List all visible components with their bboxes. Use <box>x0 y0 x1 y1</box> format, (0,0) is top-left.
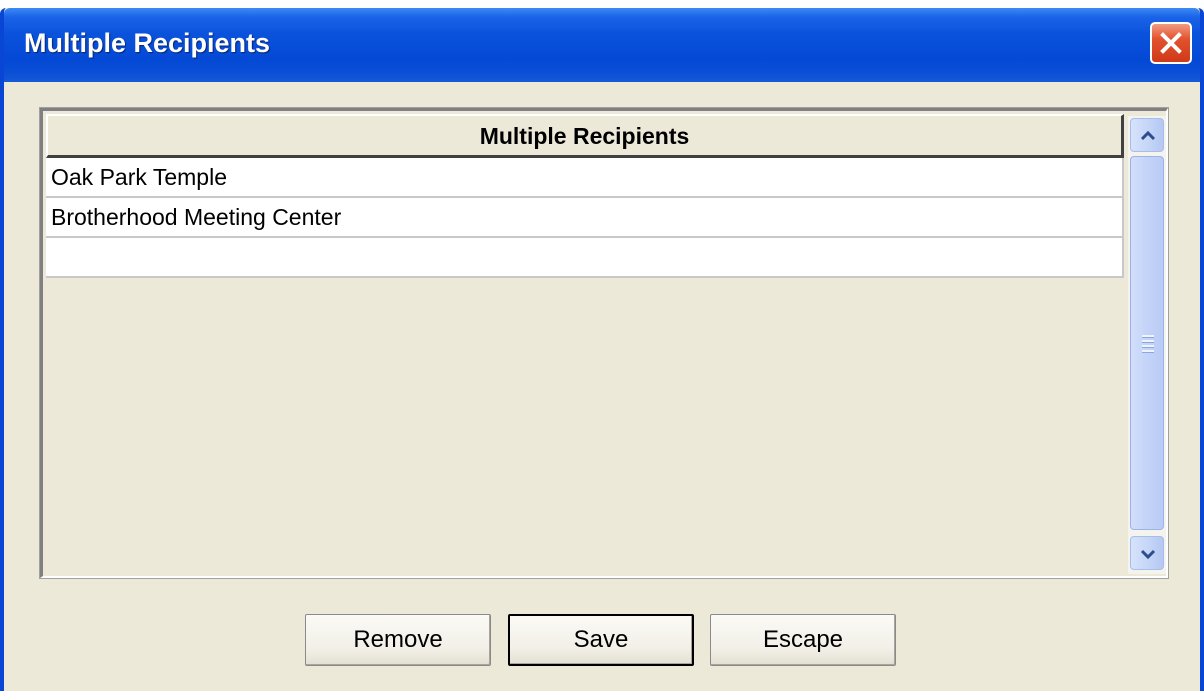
remove-button[interactable]: Remove <box>305 614 491 666</box>
scroll-down-button[interactable] <box>1130 536 1164 570</box>
grip-icon <box>1142 335 1154 353</box>
column-header[interactable]: Multiple Recipients <box>46 114 1124 158</box>
grid-row-2[interactable]: Brotherhood Meeting Center <box>46 198 1124 238</box>
title-bar[interactable]: Multiple Recipients <box>4 8 1200 82</box>
escape-button[interactable]: Escape <box>710 614 896 666</box>
save-button[interactable]: Save <box>508 614 694 666</box>
window-title: Multiple Recipients <box>24 28 271 58</box>
dialog-window: Multiple Recipients Multiple Recipients … <box>0 8 1204 691</box>
recipients-grid: Multiple Recipients Oak Park Temple Brot… <box>39 107 1169 579</box>
grid-row-1[interactable]: Oak Park Temple <box>46 158 1124 198</box>
grid-body: Multiple Recipients Oak Park Temple Brot… <box>46 114 1124 573</box>
chevron-down-icon <box>1140 549 1156 560</box>
scroll-up-button[interactable] <box>1130 118 1164 152</box>
chevron-up-icon <box>1140 130 1156 141</box>
page-top-strip <box>0 0 1204 8</box>
vertical-scrollbar[interactable] <box>1128 116 1166 574</box>
close-icon <box>1160 32 1182 54</box>
scroll-thumb[interactable] <box>1130 156 1164 530</box>
close-button[interactable] <box>1150 22 1192 64</box>
grid-row-3[interactable] <box>46 238 1124 278</box>
